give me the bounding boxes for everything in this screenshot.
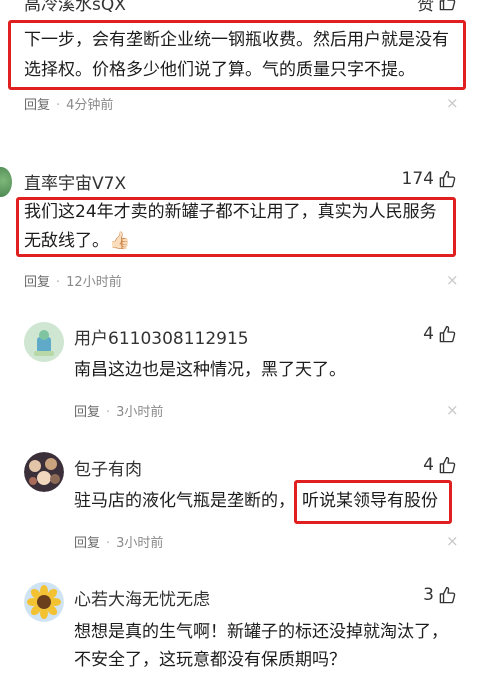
comment-2-reply-button[interactable]: 回复 [24,275,50,290]
comment-1-username[interactable]: 高冷溪水sQX [24,0,126,15]
separator-dot: · [56,98,61,113]
sunflower-avatar-icon [24,582,64,622]
thumbs-up-icon [439,325,456,342]
thumbs-up-icon [439,170,456,187]
comment-1-meta: 回复 · 4分钟前 [24,94,113,113]
reply-1-like-count: 4 [423,324,434,344]
thumbs-up-icon [439,0,456,11]
thumbs-up-emoji-icon: 👍🏻 [109,231,131,251]
comment-1-text: 下一步，会有垄断企业统一钢瓶收费。然后用户就是没有 选择权。价格多少他们说了算。… [24,25,464,85]
reply-1-like[interactable]: 4 [423,324,457,344]
close-icon[interactable]: × [446,401,459,419]
avatar[interactable] [0,167,12,197]
avatar[interactable] [24,582,64,622]
separator-dot: · [106,536,111,551]
reply-2-meta: 回复 · 3小时前 [74,532,163,551]
separator-dot: · [56,275,61,290]
reply-3-text: 想想是真的生气啊！新罐子的标还没掉就淘汰了， 不安全了，这玩意都没有保质期吗？ [74,618,464,674]
separator-dot: · [106,405,111,420]
reply-3-like[interactable]: 3 [423,585,457,605]
reply-3-text-line2: 不安全了，这玩意都没有保质期吗？ [74,650,346,670]
comment-2-text-line2: 无敌线了。 [24,231,109,251]
close-icon[interactable]: × [446,94,459,112]
comment-2-like-count: 174 [401,169,434,189]
comment-2-text: 我们这24年才卖的新罐子都不让用了，真实为人民服务 无敌线了。👍🏻 [24,198,454,256]
thumbs-up-icon [439,586,456,603]
comment-1-reply-button[interactable]: 回复 [24,98,50,113]
reply-2-time: 3小时前 [116,536,164,551]
comment-2-text-line1: 我们这24年才卖的新罐子都不让用了，真实为人民服务 [24,202,437,222]
reply-2-username[interactable]: 包子有肉 [74,455,142,480]
reply-3-username[interactable]: 心若大海无忧无虑 [74,585,210,610]
reply-2-reply-button[interactable]: 回复 [74,536,100,551]
comment-2-meta: 回复 · 12小时前 [24,271,122,290]
reply-1-reply-button[interactable]: 回复 [74,405,100,420]
reply-2-text-highlight: 听说某领导有股份 [302,491,438,511]
reply-2-like-count: 4 [423,455,434,475]
reply-3-text-line1: 想想是真的生气啊！新罐子的标还没掉就淘汰了， [74,622,448,642]
reply-3-like-count: 3 [423,585,434,605]
reply-1-meta: 回复 · 3小时前 [74,401,163,420]
avatar[interactable] [24,452,64,492]
reply-2-text-prefix: 驻马店的液化气瓶是垄断的， [74,491,295,511]
comment-2-time: 12小时前 [66,275,122,290]
comment-1-time: 4分钟前 [66,98,114,113]
avatar[interactable] [24,322,64,362]
comment-1-like[interactable]: 赞 [417,0,457,15]
reply-1-username[interactable]: 用户6110308112915 [74,324,249,349]
thumbs-up-icon [439,456,456,473]
comment-1-text-line1: 下一步，会有垄断企业统一钢瓶收费。然后用户就是没有 [24,30,449,50]
close-icon[interactable]: × [446,271,459,289]
user-avatar-icon [24,322,64,362]
close-icon[interactable]: × [446,532,459,550]
comment-1-like-label: 赞 [417,0,434,15]
reply-1-time: 3小时前 [116,405,164,420]
reply-2-like[interactable]: 4 [423,455,457,475]
comment-2-like[interactable]: 174 [402,169,457,189]
comment-1-text-line2: 选择权。价格多少他们说了算。气的质量只字不提。 [24,60,415,80]
comment-2-username[interactable]: 直率宇宙V7X [24,169,126,194]
user-avatar-icon [24,452,64,492]
reply-1-text: 南昌这边也是这种情况，黑了天了。 [74,360,346,380]
